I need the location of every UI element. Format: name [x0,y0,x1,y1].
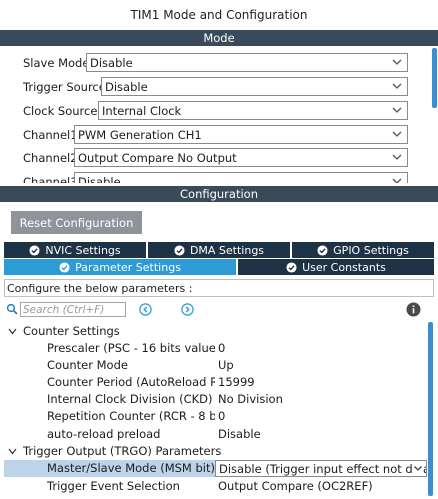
tab-parameter-settings-label: Parameter Settings [75,260,181,274]
channel3-label: Channel3 [23,175,78,183]
param-row[interactable]: Trigger Event Selection Output Compare (… [0,478,425,495]
mode-row-slave-mode: Slave Mode Disable [0,53,432,76]
param-value: 0 [218,341,226,355]
tab-gpio-settings-label: GPIO Settings [333,243,409,257]
param-value: Disable (Trigger input effect not delaye… [219,461,426,476]
channel3-value: Disable [78,174,121,184]
tree-group-trgo-parameters[interactable]: Trigger Output (TRGO) Parameters [0,443,425,460]
trigger-source-value: Disable [105,79,148,94]
param-row[interactable]: Repetition Counter (RCR - 8 bits value) … [0,408,425,425]
trgo-parameters-label: Trigger Output (TRGO) Parameters [23,444,222,458]
chevron-down-icon [392,154,402,160]
param-value: 15999 [218,375,255,389]
window-title: TIM1 Mode and Configuration [0,0,438,30]
mode-panel: Slave Mode Disable Trigger Source Disabl… [0,46,432,183]
param-name: auto-reload preload [47,427,161,441]
reset-configuration-button[interactable]: Reset Configuration [11,211,142,234]
mode-row-channel2: Channel2 Output Compare No Output [0,148,432,171]
chevron-down-icon [392,131,402,137]
param-row[interactable]: Counter Period (AutoReload Register - 16… [0,374,425,391]
chevron-down-icon [8,448,17,455]
mode-header: Mode [0,30,438,46]
slave-mode-label: Slave Mode [23,56,90,70]
check-circle-icon [286,261,297,273]
previous-result-icon[interactable] [139,303,152,316]
slave-mode-value: Disable [90,55,133,70]
search-icon [6,303,18,315]
configuration-header: Configuration [0,186,438,202]
param-name: Counter Mode [47,358,128,372]
channel1-select[interactable]: PWM Generation CH1 [74,125,408,144]
param-value: No Division [218,392,283,406]
param-name: Prescaler (PSC - 16 bits value) [47,341,215,355]
master-slave-mode-select[interactable]: Disable (Trigger input effect not delaye… [215,460,427,477]
mode-row-clock-source: Clock Source Internal Clock [0,101,432,124]
param-value: Output Compare (OC2REF) [218,479,373,493]
param-name: Counter Period (AutoReload Register - 16… [47,375,215,389]
chevron-down-icon [392,178,402,183]
clock-source-label: Clock Source [23,104,98,118]
param-value: 0 [218,409,226,423]
chevron-down-icon [392,107,402,113]
slave-mode-select[interactable]: Disable [86,53,408,72]
param-row[interactable]: auto-reload preload Disable [0,426,425,443]
channel2-label: Channel2 [23,151,78,165]
trigger-source-label: Trigger Source [23,80,106,94]
mode-row-channel1: Channel1 PWM Generation CH1 [0,125,432,148]
tab-parameter-settings[interactable]: Parameter Settings [4,259,236,275]
clock-source-value: Internal Clock [102,103,182,118]
chevron-down-icon [413,463,423,474]
tab-nvic-settings-label: NVIC Settings [45,243,121,257]
check-circle-icon [29,244,40,256]
tab-user-constants-label: User Constants [302,260,386,274]
counter-settings-label: Counter Settings [23,324,120,338]
channel2-value: Output Compare No Output [78,150,237,165]
tree-group-counter-settings[interactable]: Counter Settings [0,323,425,340]
clock-source-select[interactable]: Internal Clock [98,101,408,120]
parameters-scrollbar[interactable] [428,322,433,496]
channel2-select[interactable]: Output Compare No Output [74,148,408,167]
param-name: Trigger Event Selection [47,479,180,493]
mode-scrollbar[interactable] [432,48,437,108]
check-circle-icon [174,244,185,256]
tab-gpio-settings[interactable]: GPIO Settings [292,242,434,258]
param-row[interactable]: Prescaler (PSC - 16 bits value) 0 [0,340,425,357]
param-row[interactable]: Internal Clock Division (CKD) No Divisio… [0,391,425,408]
channel1-label: Channel1 [23,128,78,142]
tab-dma-settings[interactable]: DMA Settings [148,242,290,258]
check-circle-icon [59,261,70,273]
tab-dma-settings-label: DMA Settings [189,243,265,257]
param-value: Disable [218,427,261,441]
param-row[interactable]: Counter Mode Up [0,357,425,374]
search-input[interactable]: Search (Ctrl+F) [20,302,126,317]
next-result-icon[interactable] [181,303,194,316]
param-name: Internal Clock Division (CKD) [47,392,213,406]
channel3-select[interactable]: Disable [74,172,408,183]
check-circle-icon [317,244,328,256]
param-name: Master/Slave Mode (MSM bit) [47,461,215,475]
param-name: Repetition Counter (RCR - 8 bits value) [47,409,215,423]
chevron-down-icon [392,83,402,89]
mode-row-trigger-source: Trigger Source Disable [0,77,432,100]
info-icon[interactable] [406,302,421,317]
configure-instructions: Configure the below parameters : [4,279,434,297]
mode-row-channel3: Channel3 Disable [0,172,432,183]
tab-user-constants[interactable]: User Constants [238,259,434,275]
trigger-source-select[interactable]: Disable [101,77,408,96]
param-value: Up [218,358,234,372]
param-row-selected[interactable]: Master/Slave Mode (MSM bit) Disable (Tri… [4,460,427,477]
chevron-down-icon [392,59,402,65]
chevron-down-icon [8,328,17,335]
tab-nvic-settings[interactable]: NVIC Settings [4,242,146,258]
channel1-value: PWM Generation CH1 [78,127,202,142]
